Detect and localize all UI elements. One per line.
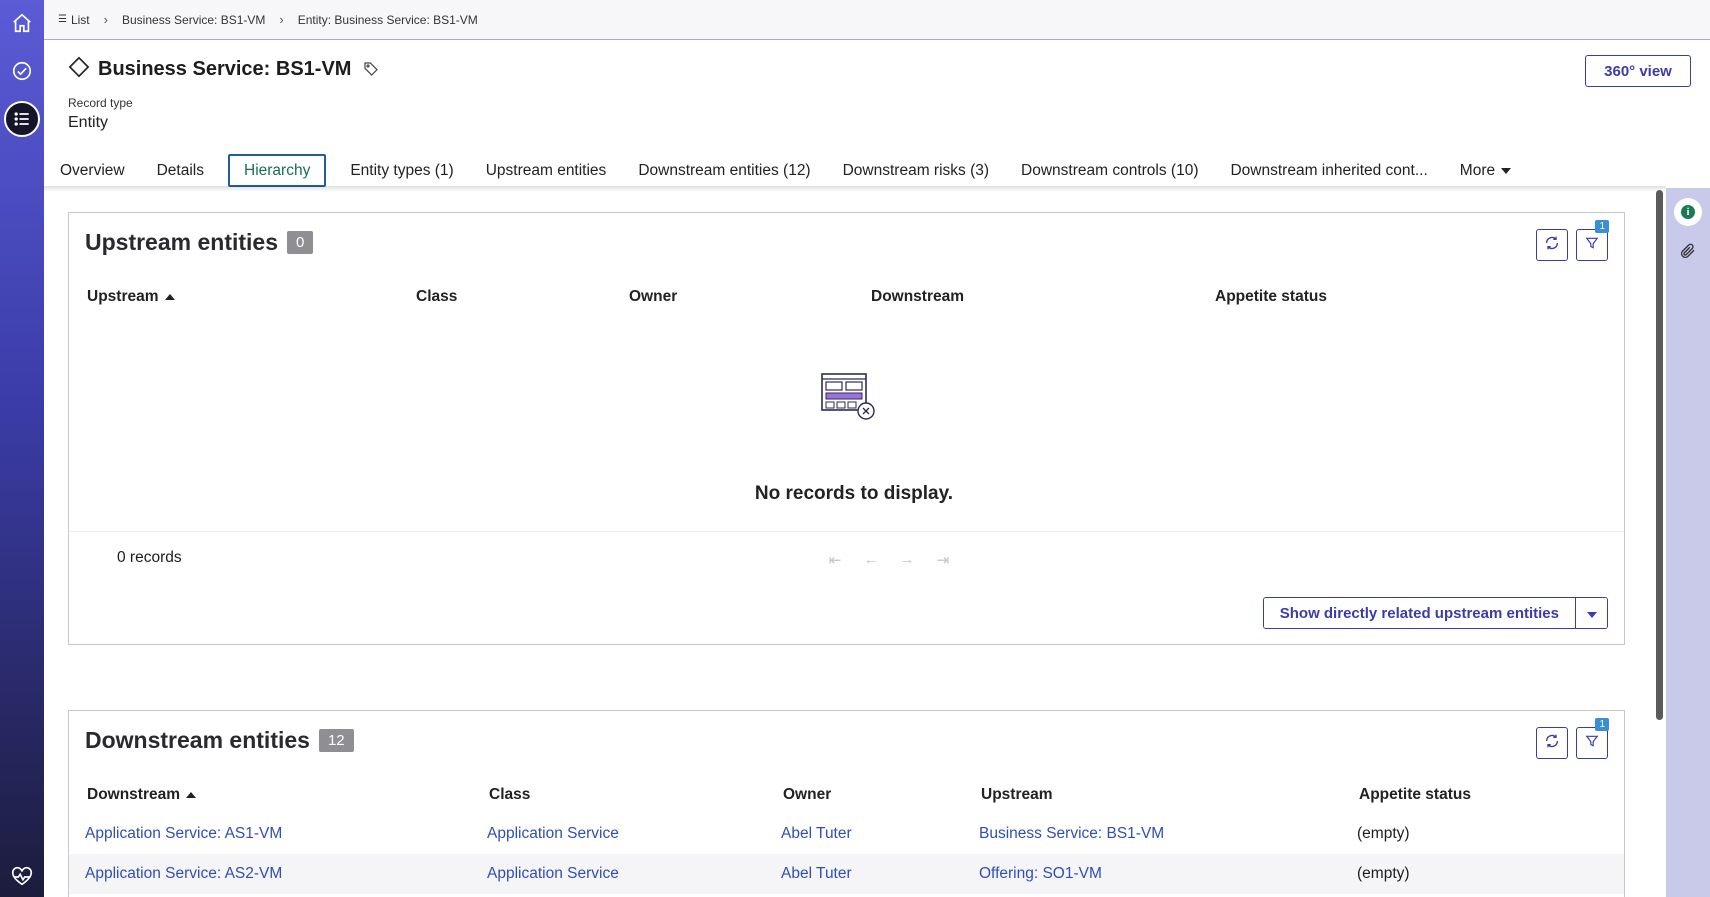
page-title: Business Service: BS1-VM: [98, 58, 352, 80]
refresh-button[interactable]: [1536, 727, 1568, 759]
record-type-label: Record type: [68, 96, 133, 110]
list-small-icon: ☰: [58, 14, 67, 25]
count-badge: 12: [318, 729, 354, 752]
empty-table-illustration: [821, 373, 877, 428]
show-upstream-split-button: Show directly related upstream entities: [1262, 597, 1608, 629]
tab-downstream-entities[interactable]: Downstream entities (12): [630, 154, 818, 187]
records-count: 0 records: [117, 549, 182, 566]
upstream-link[interactable]: Offering: SO1-VM: [979, 865, 1102, 883]
tab-overview[interactable]: Overview: [52, 154, 133, 187]
prev-page-icon[interactable]: ←: [853, 551, 889, 569]
first-page-icon[interactable]: ⇤: [817, 551, 853, 569]
column-header-downstream[interactable]: Downstream: [871, 288, 964, 306]
column-header-upstream[interactable]: Upstream: [981, 786, 1053, 804]
scrollbar[interactable]: [1656, 190, 1663, 720]
tab-bar: Overview Details Hierarchy Entity types …: [52, 154, 1535, 187]
filter-icon: [1585, 235, 1599, 256]
breadcrumb-item-business-service[interactable]: Business Service: BS1-VM: [122, 13, 265, 27]
sort-ascending-icon: [186, 786, 197, 804]
table-row: Application Service: AS2-VM Application …: [69, 854, 1624, 894]
appetite-status-value: (empty): [1357, 865, 1410, 882]
breadcrumb-item-entity[interactable]: Entity: Business Service: BS1-VM: [298, 13, 478, 27]
check-circle-icon[interactable]: [7, 56, 37, 86]
next-page-icon[interactable]: →: [889, 551, 925, 569]
upstream-panel-title: Upstream entities 0: [85, 229, 314, 256]
upstream-link[interactable]: Business Service: BS1-VM: [979, 825, 1164, 843]
count-badge: 0: [287, 231, 314, 254]
column-header-owner[interactable]: Owner: [629, 288, 677, 306]
split-dropdown-button[interactable]: [1576, 598, 1607, 628]
chevron-right-icon: ›: [279, 12, 284, 27]
downstream-link[interactable]: Application Service: AS1-VM: [85, 825, 282, 843]
column-header-downstream[interactable]: Downstream: [87, 786, 197, 804]
sort-ascending-icon: [164, 288, 175, 306]
divider: [69, 531, 1624, 532]
tab-downstream-inherited-controls[interactable]: Downstream inherited cont...: [1222, 154, 1435, 187]
activity-heart-icon[interactable]: [7, 862, 37, 892]
filter-button[interactable]: 1: [1576, 220, 1609, 261]
breadcrumb: ☰ List › Business Service: BS1-VM › Enti…: [44, 0, 1710, 40]
page-header: Business Service: BS1-VM: [68, 56, 379, 83]
downstream-entities-panel: Downstream entities 12 1 Downstream Clas…: [68, 710, 1625, 897]
upstream-entities-panel: Upstream entities 0 1 Upstream Class Own…: [68, 212, 1625, 645]
tab-more[interactable]: More: [1452, 154, 1519, 187]
pagination: ⇤ ← → ⇥: [817, 551, 961, 569]
refresh-button[interactable]: [1536, 229, 1568, 261]
owner-link[interactable]: Abel Tuter: [781, 865, 852, 883]
class-link[interactable]: Application Service: [487, 865, 619, 883]
appetite-status-value: (empty): [1357, 825, 1410, 842]
column-header-class[interactable]: Class: [489, 786, 530, 804]
tabs-shadow: [44, 186, 1666, 192]
info-icon[interactable]: i: [1674, 198, 1702, 226]
column-header-appetite-status[interactable]: Appetite status: [1359, 786, 1471, 804]
tab-details[interactable]: Details: [149, 154, 212, 187]
owner-link[interactable]: Abel Tuter: [781, 825, 852, 843]
filter-count-badge: 1: [1595, 718, 1609, 731]
filter-count-badge: 1: [1595, 220, 1609, 233]
empty-state-text: No records to display.: [754, 483, 954, 504]
diamond-icon: [68, 56, 90, 83]
home-icon[interactable]: [7, 8, 37, 38]
record-type-value: Entity: [68, 114, 109, 131]
caret-down-icon: [1586, 606, 1597, 621]
left-nav-rail: [0, 0, 44, 897]
column-header-owner[interactable]: Owner: [783, 786, 831, 804]
filter-icon: [1585, 733, 1599, 754]
tag-icon[interactable]: [363, 61, 379, 82]
right-side-rail: i: [1666, 188, 1710, 897]
refresh-icon: [1544, 235, 1560, 256]
chevron-right-icon: ›: [103, 12, 108, 27]
filter-button[interactable]: 1: [1576, 718, 1609, 759]
refresh-icon: [1544, 733, 1560, 754]
tab-downstream-risks[interactable]: Downstream risks (3): [835, 154, 997, 187]
view-360-button[interactable]: 360° view: [1585, 55, 1691, 87]
table-row: Application Service: AS1-VM Application …: [69, 814, 1624, 854]
column-header-class[interactable]: Class: [416, 288, 457, 306]
breadcrumb-item-list[interactable]: ☰ List: [58, 13, 90, 27]
show-directly-related-upstream-button[interactable]: Show directly related upstream entities: [1263, 598, 1576, 628]
tab-upstream-entities[interactable]: Upstream entities: [478, 154, 615, 187]
class-link[interactable]: Application Service: [487, 825, 619, 843]
list-icon[interactable]: [4, 101, 40, 137]
more-label: More: [1459, 161, 1496, 179]
column-header-appetite-status[interactable]: Appetite status: [1215, 288, 1327, 306]
caret-down-icon: [1501, 162, 1512, 180]
tab-downstream-controls[interactable]: Downstream controls (10): [1013, 154, 1206, 187]
downstream-link[interactable]: Application Service: AS2-VM: [85, 865, 282, 883]
column-header-upstream[interactable]: Upstream: [87, 288, 175, 306]
paperclip-icon[interactable]: [1679, 242, 1697, 265]
last-page-icon[interactable]: ⇥: [925, 551, 961, 569]
tab-entity-types[interactable]: Entity types (1): [342, 154, 461, 187]
downstream-panel-title: Downstream entities 12: [85, 727, 354, 754]
tab-hierarchy[interactable]: Hierarchy: [228, 154, 327, 187]
